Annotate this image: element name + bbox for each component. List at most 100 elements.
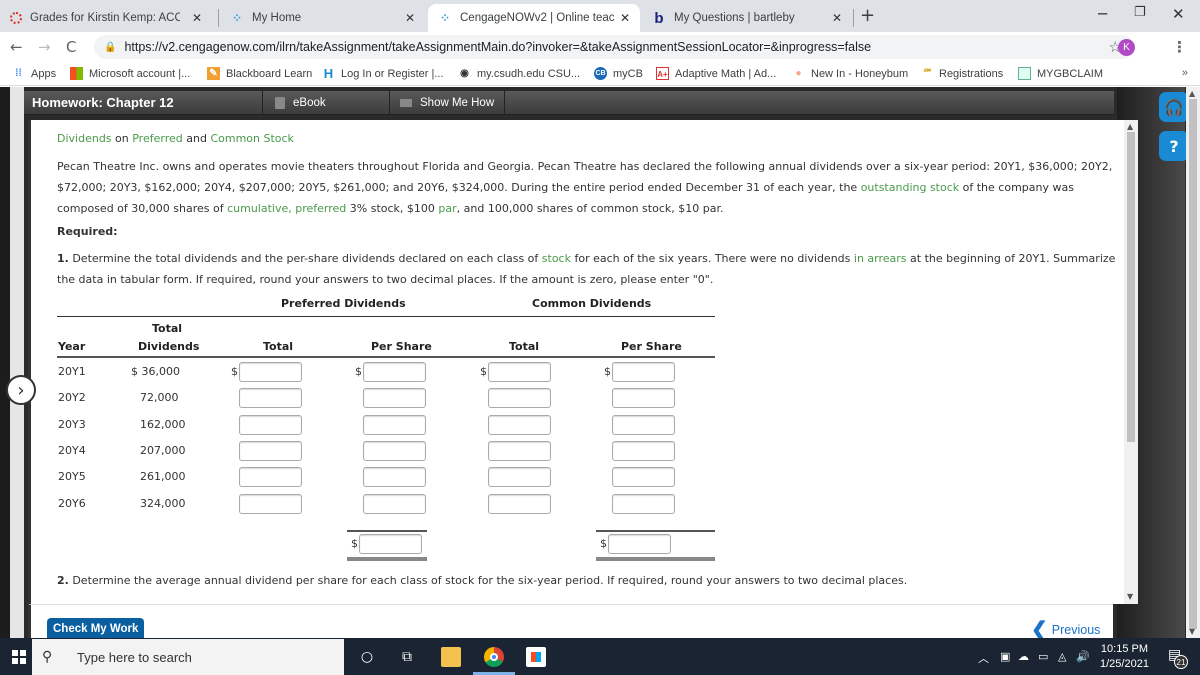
cengage-icon: ⁘ <box>231 11 243 25</box>
currency-symbol: $ <box>355 365 362 378</box>
bookmark-apps[interactable]: ⁞⁞ Apps <box>12 67 56 80</box>
pref-total-input[interactable] <box>239 467 302 487</box>
help-question-icon[interactable]: ? <box>1159 131 1189 161</box>
bookmark-microsoft[interactable]: Microsoft account |... <box>70 67 190 80</box>
common-per-share-total-input[interactable] <box>608 534 671 554</box>
common-per-share-input[interactable] <box>612 467 675 487</box>
book-icon <box>275 97 285 109</box>
year-cell: 20Y2 <box>58 391 86 404</box>
tab-divider <box>853 9 854 27</box>
minimize-button[interactable]: ─ <box>1098 5 1107 23</box>
new-tab-button[interactable]: + <box>860 5 875 26</box>
close-tab-icon[interactable]: ✕ <box>405 11 415 25</box>
taskbar-search-input[interactable]: ⚲ Type here to search <box>32 639 344 675</box>
tab-bartleby[interactable]: b My Questions | bartleby ✕ <box>642 4 852 32</box>
windows-start-icon[interactable] <box>12 650 26 664</box>
common-total-input[interactable] <box>488 494 551 514</box>
show-me-how-button[interactable]: Show Me How <box>389 91 503 115</box>
common-total-input[interactable] <box>488 362 551 382</box>
dividends-table: Preferred Dividends Common Dividends Tot… <box>31 120 1121 590</box>
pref-per-share-input[interactable] <box>363 494 426 514</box>
close-tab-icon[interactable]: ✕ <box>192 11 202 25</box>
check-my-work-button[interactable]: Check My Work <box>47 618 145 640</box>
outer-scroll-thumb[interactable] <box>1189 99 1197 629</box>
common-total-input[interactable] <box>488 388 551 408</box>
common-per-share-input[interactable] <box>612 362 675 382</box>
loading-ring-icon <box>10 12 22 24</box>
bookmark-adaptive-math[interactable]: A+ Adaptive Math | Ad... <box>656 67 776 80</box>
pref-total-input[interactable] <box>239 415 302 435</box>
common-per-share-input[interactable] <box>612 494 675 514</box>
forward-button[interactable]: → <box>38 38 51 56</box>
onedrive-icon[interactable]: ☁ <box>1018 650 1029 663</box>
headset-support-icon[interactable]: 🎧 <box>1159 92 1189 122</box>
col-header-total-dividends: Dividends <box>138 340 200 353</box>
search-icon: ⚲ <box>42 648 53 664</box>
assignment-title: Homework: Chapter 12 <box>32 95 174 110</box>
microsoft-icon <box>70 67 83 80</box>
close-window-button[interactable]: ✕ <box>1172 5 1185 23</box>
restore-button[interactable]: ❐ <box>1134 5 1146 20</box>
outer-scrollbar[interactable]: ▲ ▼ <box>1186 87 1200 638</box>
wifi-icon[interactable]: ◬ <box>1058 650 1066 663</box>
task-view-icon[interactable]: ⧉ <box>397 647 417 667</box>
pref-total-input[interactable] <box>239 362 302 382</box>
tab-grades[interactable]: Grades for Kirstin Kemp: ACCTG 1 ✕ <box>0 4 212 32</box>
reload-button[interactable]: C <box>66 38 76 56</box>
menu-kebab-icon[interactable]: ⋮ <box>1172 38 1187 56</box>
content-scroll-thumb[interactable] <box>1127 132 1135 442</box>
common-total-input[interactable] <box>488 415 551 435</box>
bookmark-mycb[interactable]: CB myCB <box>594 67 643 80</box>
close-tab-icon[interactable]: ✕ <box>832 11 842 25</box>
bookmark-csudh[interactable]: ◉ my.csudh.edu CSU... <box>458 67 580 80</box>
scroll-up-arrow-icon[interactable]: ▲ <box>1127 122 1133 131</box>
pref-total-input[interactable] <box>239 441 302 461</box>
content-scrollbar[interactable]: ▲ ▼ <box>1124 120 1138 604</box>
volume-icon[interactable]: 🔊 <box>1076 650 1090 663</box>
meet-now-icon[interactable]: ▣ <box>1000 650 1010 663</box>
common-total-input[interactable] <box>488 467 551 487</box>
pref-total-input[interactable] <box>239 494 302 514</box>
address-bar[interactable]: 🔒 https://v2.cengagenow.com/ilrn/takeAss… <box>94 35 1134 59</box>
back-button[interactable]: ← <box>10 38 23 56</box>
scroll-up-arrow-icon[interactable]: ▲ <box>1189 89 1195 98</box>
tab-my-home[interactable]: ⁘ My Home ✕ <box>220 4 425 32</box>
expand-panel-arrow-icon[interactable]: › <box>6 375 36 405</box>
bookmark-honeybum[interactable]: ● New In - Honeybum <box>792 67 908 80</box>
profile-avatar[interactable]: K <box>1118 39 1135 56</box>
tab-cengagenow[interactable]: ⁘ CengageNOWv2 | Online teachin ✕ <box>428 4 640 32</box>
lock-icon: 🔒 <box>104 41 117 53</box>
clock-date: 1/25/2021 <box>1100 658 1149 670</box>
scroll-down-arrow-icon[interactable]: ▼ <box>1189 627 1195 636</box>
ebook-button[interactable]: eBook <box>262 91 388 115</box>
assignment-header: Homework: Chapter 12 eBook Show Me How <box>24 91 1114 115</box>
bookmark-registrations[interactable]: ℠ Registrations <box>920 67 1003 80</box>
pref-total-input[interactable] <box>239 388 302 408</box>
currency-symbol: $ <box>600 537 607 550</box>
chrome-icon[interactable] <box>484 647 504 667</box>
bookmark-login[interactable]: H Log In or Register |... <box>322 67 444 80</box>
common-per-share-input[interactable] <box>612 415 675 435</box>
pref-per-share-input[interactable] <box>363 388 426 408</box>
battery-icon[interactable]: ▭ <box>1038 650 1048 663</box>
pref-per-share-input[interactable] <box>363 415 426 435</box>
more-bookmarks-button[interactable]: » <box>1182 67 1188 79</box>
bookmark-blackboard[interactable]: ✎ Blackboard Learn <box>207 67 312 80</box>
close-tab-icon[interactable]: ✕ <box>620 11 630 25</box>
bookmark-mygbclaim[interactable]: MYGBCLAIM <box>1018 67 1103 80</box>
cortana-icon[interactable]: ○ <box>357 647 377 667</box>
common-per-share-input[interactable] <box>612 441 675 461</box>
pref-per-share-input[interactable] <box>363 362 426 382</box>
action-center-icon[interactable]: ▤ 21 <box>1168 647 1188 669</box>
file-explorer-icon[interactable] <box>441 647 461 667</box>
header-divider <box>504 91 517 115</box>
pref-per-share-total-input[interactable] <box>359 534 422 554</box>
microsoft-store-icon[interactable] <box>526 647 546 667</box>
show-hidden-icons[interactable]: ︿ <box>978 650 989 666</box>
system-clock[interactable]: 10:15 PM 1/25/2021 <box>1100 642 1149 672</box>
pref-per-share-input[interactable] <box>363 467 426 487</box>
pref-per-share-input[interactable] <box>363 441 426 461</box>
common-per-share-input[interactable] <box>612 388 675 408</box>
common-total-input[interactable] <box>488 441 551 461</box>
scroll-down-arrow-icon[interactable]: ▼ <box>1127 592 1133 601</box>
